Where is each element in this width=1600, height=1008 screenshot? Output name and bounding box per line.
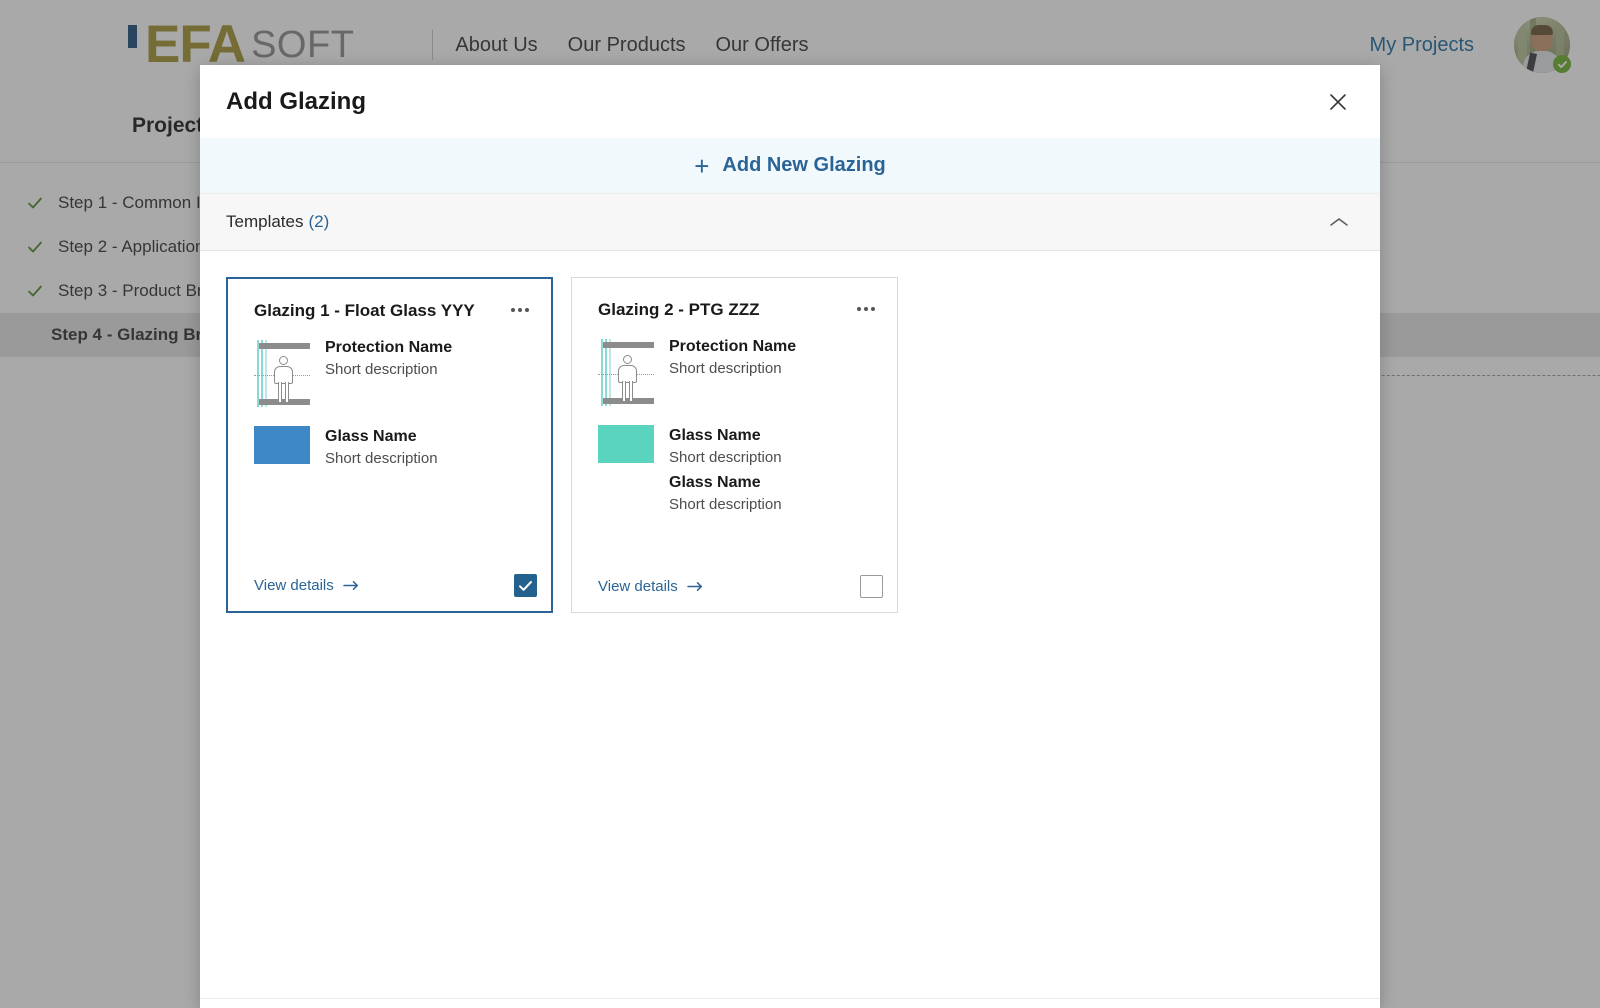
arrow-right-icon bbox=[343, 581, 358, 590]
glass-name: Glass Name bbox=[325, 428, 417, 445]
protection-description: Short description bbox=[669, 360, 782, 377]
protection-name: Protection Name bbox=[325, 339, 453, 356]
protection-entry: Protection Name Short description bbox=[598, 336, 875, 409]
templates-card-list: Glazing 1 - Float Glass YYY Protection N… bbox=[200, 251, 1380, 998]
protection-entry: Protection Name Short description bbox=[254, 337, 529, 410]
glass-entry: Glass Name Short description bbox=[598, 472, 875, 513]
view-details-link[interactable]: View details bbox=[254, 577, 360, 594]
card-title: Glazing 2 - PTG ZZZ bbox=[598, 300, 760, 319]
protection-diagram-icon bbox=[598, 336, 654, 409]
add-new-glazing-button[interactable]: + Add New Glazing bbox=[200, 138, 1380, 193]
select-template-checkbox[interactable] bbox=[860, 575, 883, 598]
close-icon[interactable] bbox=[1324, 88, 1352, 116]
card-footer: View details bbox=[254, 574, 537, 597]
dialog-title: Add Glazing bbox=[226, 87, 366, 115]
glazing-template-card[interactable]: Glazing 1 - Float Glass YYY Protection N… bbox=[226, 277, 553, 613]
select-template-checkbox[interactable] bbox=[514, 574, 537, 597]
plus-icon: + bbox=[694, 150, 710, 181]
glass-description: Short description bbox=[325, 450, 438, 467]
view-details-link[interactable]: View details bbox=[598, 578, 704, 595]
app-root: EFA SOFT About Us Our Products Our Offer… bbox=[0, 0, 1600, 1008]
arrow-right-icon bbox=[687, 582, 702, 591]
more-horizontal-icon[interactable] bbox=[857, 300, 875, 311]
card-select-checkbox-wrap bbox=[860, 575, 883, 598]
dialog-header: Add Glazing bbox=[200, 65, 1380, 138]
protection-diagram-icon bbox=[254, 337, 310, 410]
chevron-up-icon[interactable] bbox=[1326, 209, 1352, 235]
card-header: Glazing 1 - Float Glass YYY bbox=[254, 301, 529, 321]
glass-color-swatch bbox=[254, 426, 310, 464]
card-title: Glazing 1 - Float Glass YYY bbox=[254, 301, 475, 320]
view-details-label: View details bbox=[254, 577, 334, 594]
more-horizontal-icon[interactable] bbox=[511, 301, 529, 312]
templates-label: Templates bbox=[226, 212, 304, 231]
glass-description: Short description bbox=[669, 496, 782, 513]
card-select-checkbox-wrap bbox=[514, 574, 537, 597]
glass-name: Glass Name bbox=[669, 427, 761, 444]
protection-name: Protection Name bbox=[669, 338, 797, 355]
card-footer: View details bbox=[598, 575, 883, 598]
add-glazing-dialog: Add Glazing + Add New Glazing Templates … bbox=[200, 65, 1380, 1008]
glass-description: Short description bbox=[669, 449, 782, 466]
card-header: Glazing 2 - PTG ZZZ bbox=[598, 300, 875, 320]
templates-count: (2) bbox=[308, 212, 330, 231]
glass-name: Glass Name bbox=[669, 474, 761, 491]
protection-description: Short description bbox=[325, 361, 438, 378]
templates-section-header[interactable]: Templates (2) bbox=[200, 193, 1380, 251]
glass-color-swatch bbox=[598, 425, 654, 463]
glass-entry: Glass Name Short description bbox=[254, 426, 529, 467]
view-details-label: View details bbox=[598, 578, 678, 595]
glass-entry: Glass Name Short description bbox=[598, 425, 875, 466]
dialog-footer-divider bbox=[200, 998, 1380, 1008]
glazing-template-card[interactable]: Glazing 2 - PTG ZZZ Protection Name Shor… bbox=[571, 277, 898, 613]
add-new-glazing-label: Add New Glazing bbox=[722, 154, 886, 176]
